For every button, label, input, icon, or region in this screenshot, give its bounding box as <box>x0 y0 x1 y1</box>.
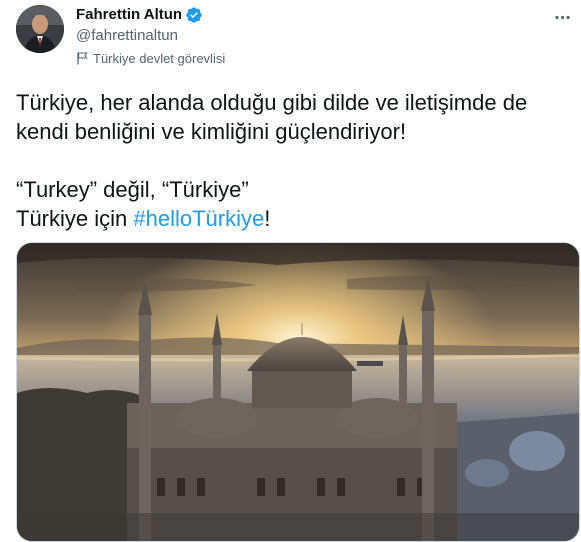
tweet-line-2: kendi benliğini ve kimliğini güçlendiriy… <box>16 119 407 144</box>
tweet-text: Türkiye, her alanda olduğu gibi dilde ve… <box>16 88 571 233</box>
hagia-sophia-image <box>17 243 579 541</box>
tweet: Fahrettin Altun @fahrettinaltun Türkiye … <box>0 0 581 542</box>
flag-icon <box>77 51 88 64</box>
avatar[interactable] <box>16 5 64 53</box>
hashtag-link[interactable]: #helloTürkiye <box>133 206 264 231</box>
government-label-text: Türkiye devlet görevlisi <box>93 50 226 66</box>
government-label[interactable]: Türkiye devlet görevlisi <box>76 49 225 67</box>
name-row: Fahrettin Altun <box>76 5 203 25</box>
verified-badge-icon <box>186 7 202 23</box>
tweet-line-4-prefix: Türkiye için <box>16 206 134 231</box>
handle[interactable]: @fahrettinaltun <box>76 26 178 46</box>
display-name[interactable]: Fahrettin Altun <box>76 5 182 25</box>
tweet-line-4-suffix: ! <box>264 206 271 231</box>
tweet-line-1: Türkiye, her alanda olduğu gibi dilde ve… <box>16 90 528 115</box>
tweet-media[interactable] <box>16 242 580 542</box>
more-horizontal-icon <box>554 15 570 19</box>
tweet-line-3: “Turkey” değil, “Türkiye” <box>16 177 249 202</box>
more-button[interactable] <box>547 2 577 32</box>
